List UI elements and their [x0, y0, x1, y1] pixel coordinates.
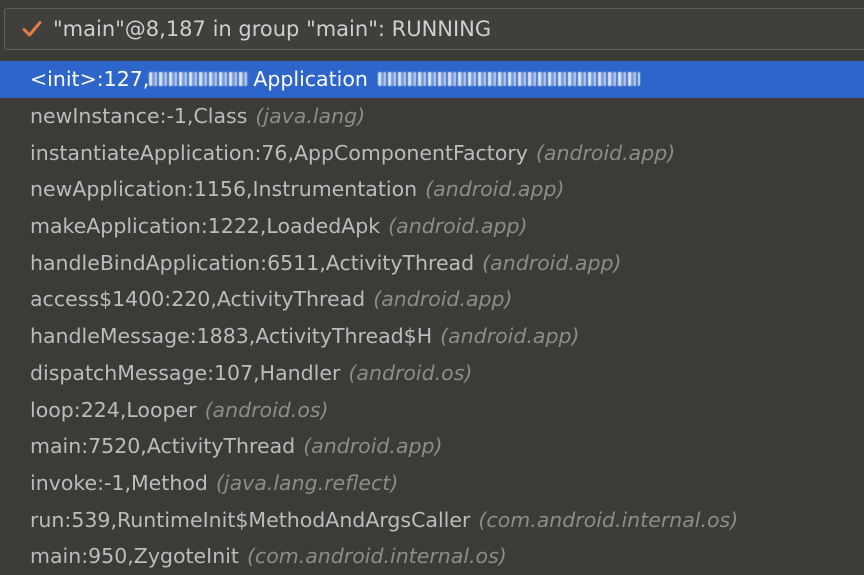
- checkmark-icon: [21, 18, 43, 40]
- thread-label: "main"@8,187 in group "main": RUNNING: [53, 17, 492, 41]
- frame-package: (android.app): [440, 324, 580, 349]
- frame-method: <init>:127,: [30, 67, 150, 92]
- frame-package: (com.android.internal.os): [246, 544, 507, 569]
- frame-class: ActivityThread: [146, 434, 296, 459]
- frame-method: loop:224,: [30, 397, 127, 422]
- redacted-text: [149, 72, 250, 87]
- frame-class: ActivityThread: [216, 287, 366, 312]
- frame-method: instantiateApplication:76,: [30, 140, 294, 165]
- frame-package: (java.lang.reflect): [215, 470, 399, 495]
- frame-package: (java.lang): [255, 104, 366, 129]
- frame-method: makeApplication:1222,: [30, 214, 267, 239]
- frame-package: (android.os): [204, 397, 329, 422]
- stack-frame[interactable]: instantiateApplication:76, AppComponentF…: [0, 134, 864, 171]
- frame-package: (com.android.internal.os): [478, 507, 739, 532]
- frame-class: ActivityThread$H: [255, 324, 433, 349]
- frame-class: Application: [253, 67, 368, 92]
- stack-frame[interactable]: newApplication:1156, Instrumentation (and…: [0, 171, 864, 208]
- stack-frame[interactable]: invoke:-1, Method (java.lang.reflect): [0, 465, 864, 502]
- frame-package: (android.app): [303, 434, 443, 459]
- frame-package: (android.app): [535, 140, 676, 165]
- frame-package: (android.app): [388, 214, 528, 239]
- frame-class: ZygoteInit: [133, 544, 239, 569]
- stack-frame[interactable]: access$1400:220, ActivityThread (android.…: [0, 281, 864, 318]
- frame-class: RuntimeInit$MethodAndArgsCaller: [116, 507, 471, 532]
- frame-class: Handler: [259, 360, 341, 385]
- frame-method: access$1400:220,: [30, 287, 217, 312]
- redacted-text: [377, 72, 640, 87]
- frame-class: ActivityThread: [325, 250, 475, 275]
- frame-method: main:7520,: [30, 434, 147, 459]
- frame-class: Looper: [126, 397, 197, 422]
- frame-package: (android.os): [348, 360, 473, 385]
- frame-method: handleMessage:1883,: [30, 324, 256, 349]
- frame-class: Method: [130, 470, 208, 495]
- frame-package: (android.app): [373, 287, 513, 312]
- frame-class: Class: [193, 104, 248, 129]
- frame-method: newApplication:1156,: [30, 177, 253, 202]
- stack-frame-selected[interactable]: <init>:127, Application: [0, 61, 864, 98]
- stack-frame[interactable]: main:7520, ActivityThread (android.app): [0, 428, 864, 465]
- frame-method: dispatchMessage:107,: [30, 360, 260, 385]
- frame-class: Instrumentation: [252, 177, 418, 202]
- frame-method: main:950,: [30, 544, 134, 569]
- stack-frame[interactable]: dispatchMessage:107, Handler (android.os): [0, 355, 864, 392]
- frame-package: (android.app): [482, 250, 622, 275]
- frame-class: LoadedApk: [266, 214, 381, 239]
- stack-frame[interactable]: loop:224, Looper (android.os): [0, 391, 864, 428]
- frame-package: (android.app): [425, 177, 565, 202]
- stack-frame[interactable]: handleBindApplication:6511, ActivityThre…: [0, 244, 864, 281]
- stack-frame[interactable]: handleMessage:1883, ActivityThread$H (and…: [0, 318, 864, 355]
- frame-method: handleBindApplication:6511,: [30, 250, 326, 275]
- stack-frame[interactable]: newInstance:-1, Class (java.lang): [0, 98, 864, 135]
- stack-frame[interactable]: makeApplication:1222, LoadedApk (android.…: [0, 208, 864, 245]
- frame-method: run:539,: [30, 507, 117, 532]
- stack-frame[interactable]: main:950, ZygoteInit (com.android.interna…: [0, 538, 864, 575]
- frame-method: newInstance:-1,: [30, 104, 194, 129]
- stack-frame[interactable]: run:539, RuntimeInit$MethodAndArgsCaller…: [0, 501, 864, 538]
- thread-selector[interactable]: "main"@8,187 in group "main": RUNNING: [4, 8, 864, 50]
- frame-class: AppComponentFactory: [293, 140, 528, 165]
- frame-method: invoke:-1,: [30, 470, 131, 495]
- stack-frame-list: <init>:127, Application newInstance:-1, C…: [0, 61, 864, 575]
